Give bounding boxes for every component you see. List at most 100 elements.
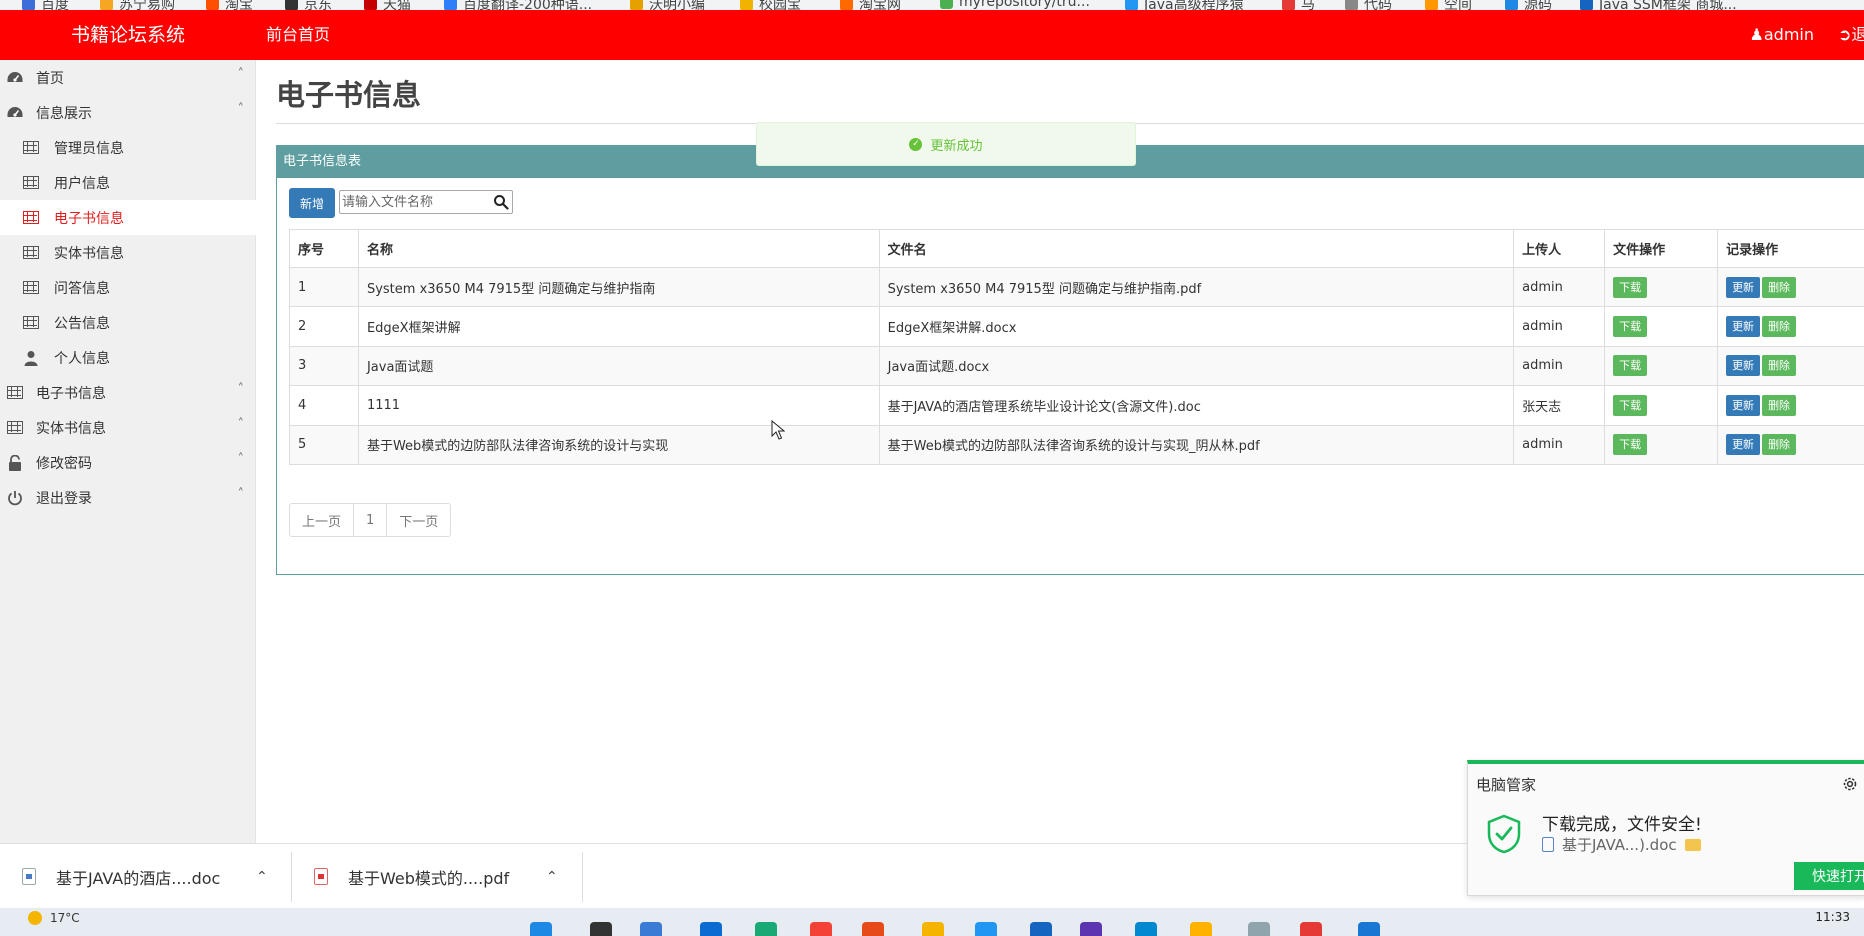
download-item-doc[interactable]: 基于JAVA的酒店....doc ⌃ <box>22 844 290 909</box>
taskbar-app-icon[interactable] <box>1080 922 1102 936</box>
taskbar-app-icon[interactable] <box>700 922 722 936</box>
download-item-pdf[interactable]: 基于Web模式的....pdf ⌃ <box>314 844 582 909</box>
chevron-up-icon[interactable]: ⌃ <box>546 869 558 885</box>
add-button[interactable]: 新增 <box>289 188 335 218</box>
taskbar-app-icon[interactable] <box>975 922 997 936</box>
bookmark-favicon-icon <box>444 0 457 10</box>
weather-widget[interactable]: 17°C <box>28 911 80 925</box>
sidebar-item[interactable]: 首页 ˄ <box>0 60 256 95</box>
next-page-button[interactable]: 下一页 <box>387 504 450 536</box>
bookmark-favicon-icon <box>285 0 298 10</box>
table-row: 3 Java面试题 Java面试题.docx admin 下载 更新 删除 <box>289 345 1864 387</box>
taskbar-app-icon[interactable] <box>640 922 662 936</box>
taskbar-app-icon[interactable] <box>530 922 552 936</box>
cell-uploader: admin <box>1513 424 1606 465</box>
update-button[interactable]: 更新 <box>1726 394 1761 416</box>
bookmark-item[interactable]: 沃明小编 <box>630 0 705 10</box>
sidebar-item[interactable]: 修改密码 ˄ <box>0 445 256 480</box>
sidebar-item-label: 修改密码 <box>36 455 92 472</box>
gear-icon[interactable] <box>1842 776 1858 792</box>
cell-file-ops: 下载 <box>1604 424 1719 465</box>
delete-button[interactable]: 删除 <box>1762 276 1797 298</box>
divider <box>291 852 292 902</box>
bookmark-item[interactable]: Java高级程序猿 <box>1125 0 1244 10</box>
bookmark-label: 源码 <box>1524 0 1552 10</box>
bookmark-item[interactable]: 天猫 <box>364 0 411 10</box>
table-row: 5 基于Web模式的边防部队法律咨询系统的设计与实现 基于Web模式的边防部队法律咨… <box>289 424 1864 465</box>
sidebar-item[interactable]: 管理员信息 <box>0 130 256 165</box>
page-number-1[interactable]: 1 <box>354 504 388 536</box>
sidebar-item[interactable]: 用户信息 <box>0 165 256 200</box>
sidebar-item[interactable]: 信息展示 ˄ <box>0 95 256 130</box>
download-button[interactable]: 下载 <box>1613 394 1648 416</box>
logout-link[interactable]: ➲退出 <box>1838 10 1864 60</box>
update-button[interactable]: 更新 <box>1726 276 1761 298</box>
delete-button[interactable]: 删除 <box>1762 394 1797 416</box>
sidebar-item[interactable]: 公告信息 <box>0 305 256 340</box>
user-icon <box>22 349 40 367</box>
bookmark-favicon-icon <box>206 0 219 10</box>
sidebar-item[interactable]: 问答信息 <box>0 270 256 305</box>
bookmark-item[interactable]: 代码 <box>1345 0 1392 10</box>
chevron-up-icon: ˄ <box>237 67 245 82</box>
bookmark-item[interactable]: 苏宁易购 <box>100 0 175 10</box>
taskbar-app-icon[interactable] <box>1248 922 1270 936</box>
bookmark-favicon-icon <box>1425 0 1438 10</box>
user-menu[interactable]: ♟admin <box>1750 10 1814 60</box>
sidebar-item[interactable]: 电子书信息 ˄ <box>0 375 256 410</box>
download-button[interactable]: 下载 <box>1613 276 1648 298</box>
taskbar-app-icon[interactable] <box>1135 922 1157 936</box>
sidebar-item[interactable]: 电子书信息 <box>0 200 256 235</box>
delete-button[interactable]: 删除 <box>1762 434 1797 456</box>
sidebar-item[interactable]: 个人信息 <box>0 340 256 375</box>
folder-icon[interactable] <box>1684 838 1701 851</box>
update-button[interactable]: 更新 <box>1726 434 1761 456</box>
taskbar-app-icon[interactable] <box>1190 922 1212 936</box>
update-button[interactable]: 更新 <box>1726 355 1761 377</box>
taskbar-app-icon[interactable] <box>922 922 944 936</box>
bookmark-item[interactable]: 百度翻译-200种语... <box>444 0 592 10</box>
toast-message: 更新成功 <box>930 138 983 154</box>
taskbar-app-icon[interactable] <box>755 922 777 936</box>
download-button[interactable]: 下载 <box>1613 316 1648 338</box>
search-input[interactable] <box>340 192 490 212</box>
taskbar-app-icon[interactable] <box>862 922 884 936</box>
taskbar-app-icon[interactable] <box>810 922 832 936</box>
bookmark-label: myrepository/tru... <box>959 0 1090 10</box>
bookmark-item[interactable]: 淘宝 <box>206 0 253 10</box>
bookmark-item[interactable]: 京东 <box>285 0 332 10</box>
chevron-up-icon[interactable]: ⌃ <box>256 869 268 885</box>
taskbar-app-icon[interactable] <box>1358 922 1380 936</box>
bookmark-item[interactable]: 校园宝 <box>740 0 801 10</box>
taskbar-app-icon[interactable] <box>590 922 612 936</box>
bookmark-label: 京东 <box>304 0 332 10</box>
bookmark-item[interactable]: 百度 <box>22 0 69 10</box>
download-button[interactable]: 下载 <box>1613 355 1648 377</box>
frontend-home-link[interactable]: 前台首页 <box>266 10 330 60</box>
bookmark-item[interactable]: Java SSM框架 商城... <box>1580 0 1737 10</box>
bookmark-item[interactable]: 空间 <box>1425 0 1472 10</box>
divider <box>582 852 583 902</box>
sidebar-item[interactable]: 实体书信息 ˄ <box>0 410 256 445</box>
sidebar-item[interactable]: 实体书信息 <box>0 235 256 270</box>
sidebar-item[interactable]: 退出登录 ˄ <box>0 480 256 515</box>
delete-button[interactable]: 删除 <box>1762 316 1797 338</box>
delete-button[interactable]: 删除 <box>1762 355 1797 377</box>
taskbar-app-icon[interactable] <box>1300 922 1322 936</box>
bookmark-label: Java高级程序猿 <box>1144 0 1244 10</box>
cell-name: EdgeX框架讲解 <box>357 306 880 347</box>
bookmark-item[interactable]: myrepository/tru... <box>940 0 1090 10</box>
update-button[interactable]: 更新 <box>1726 316 1761 338</box>
quick-open-button[interactable]: 快速打开 <box>1794 862 1864 890</box>
bookmark-item[interactable]: 淘宝网 <box>840 0 901 10</box>
download-button[interactable]: 下载 <box>1613 434 1648 456</box>
chevron-up-icon: ˄ <box>237 382 245 397</box>
bookmark-item[interactable]: 源码 <box>1505 0 1552 10</box>
taskbar-app-icon[interactable] <box>1030 922 1052 936</box>
popup-file: 基于JAVA...).doc <box>1542 834 1701 855</box>
bookmark-item[interactable]: 马 <box>1282 0 1315 10</box>
search-icon[interactable] <box>493 194 509 210</box>
table-row: 2 EdgeX框架讲解 EdgeX框架讲解.docx admin 下载 更新 删除 <box>289 306 1864 347</box>
system-clock[interactable]: 11:33 <box>1815 910 1850 924</box>
prev-page-button[interactable]: 上一页 <box>290 504 355 536</box>
